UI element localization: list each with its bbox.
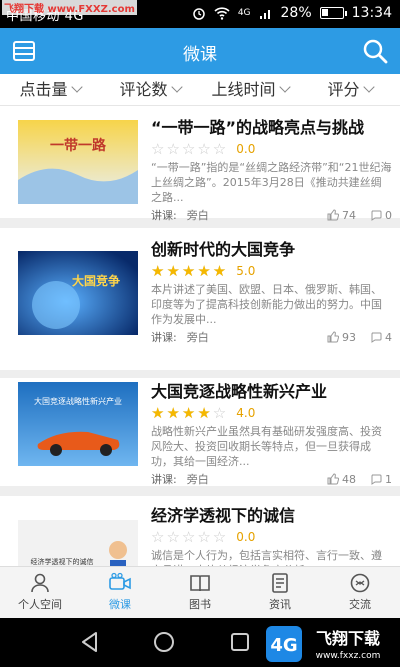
svg-text:飞翔下载: 飞翔下载	[316, 629, 380, 648]
course-title: 创新时代的大国竞争	[151, 240, 296, 259]
recent-apps-icon[interactable]	[228, 630, 252, 654]
chevron-down-icon	[362, 81, 375, 93]
tab-news[interactable]: 资讯	[240, 567, 320, 618]
star-rating: ☆☆☆☆☆★★★★★	[151, 140, 229, 158]
rating: ☆☆☆☆☆ ★★★★★ 5.0	[151, 262, 392, 280]
book-icon	[190, 575, 210, 592]
svg-text:www.fxxz.com: www.fxxz.com	[316, 651, 381, 661]
sort-by-rating[interactable]: 评分	[300, 74, 400, 105]
news-icon	[272, 573, 288, 593]
rating: ☆☆☆☆☆★★★★★ 0.0	[151, 140, 392, 158]
rating-score: 0.0	[236, 530, 256, 544]
rating-score: 5.0	[236, 264, 256, 278]
comment-icon	[371, 474, 382, 485]
chevron-down-icon	[70, 81, 83, 93]
home-icon[interactable]	[152, 630, 176, 654]
signal-icon	[259, 9, 270, 19]
watermark: 飞翔下载 www.FXXZ.com	[2, 0, 137, 15]
tab-books[interactable]: 图书	[160, 567, 240, 618]
person-icon	[31, 573, 49, 593]
site-watermark-badge: 4G 飞翔下载 www.fxxz.com	[266, 624, 394, 664]
course-title: 经济学透视下的诚信	[151, 506, 296, 525]
sort-bar: 点击量 评论数 上线时间 评分	[0, 74, 400, 106]
course-item[interactable]: 经济学透视下的诚信 经济学透视下的诚信 ☆☆☆☆☆★★★★★ 0.0 诚信是个人…	[0, 496, 400, 566]
status-icons: 4G 28% 13:34	[192, 5, 392, 21]
likes-count[interactable]: 93	[327, 331, 356, 344]
thumbnail-caption: 经济学透视下的诚信	[31, 557, 94, 566]
svg-text:4G: 4G	[270, 635, 297, 656]
rating-score: 4.0	[236, 406, 256, 420]
chat-icon	[350, 573, 370, 593]
star-rating: ☆☆☆☆☆★★★★★	[151, 528, 229, 546]
course-description: 战略性新兴产业虽然具有基础研发强度高、投资风险大、投资回收期长等特点，但一旦获得…	[151, 425, 382, 468]
course-title: “一带一路”的战略亮点与挑战	[151, 118, 365, 137]
rating: ☆☆☆☆☆★★★★★ 4.0	[151, 404, 392, 422]
course-item[interactable]: 大国竞逐战略性新兴产业 大国竞逐战略性新兴产业 ☆☆☆☆☆★★★★★ 4.0 战…	[0, 378, 400, 486]
course-meta: 讲课: 旁白 48 1	[151, 472, 392, 487]
likes-count[interactable]: 48	[327, 473, 356, 486]
thumbs-up-icon	[327, 473, 339, 485]
lecturer-label: 讲课:	[151, 209, 177, 222]
course-thumbnail: 大国竞逐战略性新兴产业	[18, 382, 138, 466]
lecturer-label: 讲课:	[151, 331, 177, 344]
wifi-icon	[214, 6, 230, 20]
battery-percent: 28%	[280, 5, 312, 21]
lecturer-name: 旁白	[186, 331, 209, 344]
lecturer-name: 旁白	[186, 473, 209, 486]
app-bar: 微课	[0, 28, 400, 74]
star-rating: ☆☆☆☆☆★★★★★	[151, 262, 229, 280]
status-bar: 中国移动 4G 飞翔下载 www.FXXZ.com 4G 28% 13:34	[0, 0, 400, 28]
tab-personal-space[interactable]: 个人空间	[0, 567, 80, 618]
sort-by-comments[interactable]: 评论数	[100, 74, 200, 105]
course-thumbnail: 经济学透视下的诚信	[18, 520, 138, 566]
thumbs-up-icon	[327, 209, 339, 221]
thumbnail-caption: 一带一路	[50, 137, 107, 154]
tab-micro-course[interactable]: 微课	[80, 567, 160, 618]
course-list: 一带一路 “一带一路”的战略亮点与挑战 ☆☆☆☆☆★★★★★ 0.0 “一带一路…	[0, 106, 400, 566]
tab-communication[interactable]: 交流	[320, 567, 400, 618]
lecturer-label: 讲课:	[151, 473, 177, 486]
course-item[interactable]: 一带一路 “一带一路”的战略亮点与挑战 ☆☆☆☆☆★★★★★ 0.0 “一带一路…	[0, 106, 400, 222]
battery-icon	[319, 7, 347, 19]
thumbs-up-icon	[327, 331, 339, 343]
lecturer-name: 旁白	[186, 209, 209, 222]
rating-score: 0.0	[236, 142, 256, 156]
chevron-down-icon	[170, 81, 183, 93]
course-description: “一带一路”指的是“丝绸之路经济带”和“21世纪海上丝绸之路”。2015年3月2…	[151, 161, 392, 204]
rating: ☆☆☆☆☆★★★★★ 0.0	[151, 528, 392, 546]
likes-count[interactable]: 74	[327, 209, 356, 222]
course-meta: 讲课: 旁白 74 0	[151, 208, 392, 223]
course-item[interactable]: 大国竞争 创新时代的大国竞争 ☆☆☆☆☆ ★★★★★ 5.0 本片讲述了美国、欧盟…	[0, 228, 400, 370]
page-title: 微课	[183, 45, 217, 65]
course-thumbnail: 大国竞争	[18, 251, 138, 335]
comment-icon	[371, 210, 382, 221]
course-description: 诚信是个人行为，包括言实相符、言行一致、遵守承诺。本片从经济学角度分析...	[151, 549, 382, 566]
course-title: 大国竞逐战略性新兴产业	[151, 382, 328, 401]
clock: 13:34	[351, 5, 392, 21]
thumbnail-caption: 大国竞争	[72, 273, 120, 288]
comments-count[interactable]: 0	[370, 209, 392, 222]
comments-count[interactable]: 4	[370, 331, 392, 344]
star-rating: ☆☆☆☆☆★★★★★	[151, 404, 229, 422]
network-label: 4G	[237, 8, 251, 18]
search-icon[interactable]	[362, 38, 388, 64]
bottom-tab-bar: 个人空间 微课 图书 资讯 交流	[0, 566, 400, 618]
comment-icon	[371, 332, 382, 343]
thumbnail-caption: 大国竞逐战略性新兴产业	[34, 396, 122, 406]
course-meta: 讲课: 旁白 93 4	[151, 330, 392, 345]
course-thumbnail: 一带一路	[18, 120, 138, 204]
comments-count[interactable]: 1	[370, 473, 392, 486]
alarm-icon	[193, 8, 205, 20]
sort-by-clicks[interactable]: 点击量	[0, 74, 100, 105]
system-nav-bar: 4G 飞翔下载 www.fxxz.com	[0, 618, 400, 667]
chevron-down-icon	[278, 81, 291, 93]
back-icon[interactable]	[78, 630, 102, 654]
course-description: 本片讲述了美国、欧盟、日本、俄罗斯、韩国、印度等为了提高科技创新能力做出的努力。…	[151, 283, 382, 326]
sort-by-online-time[interactable]: 上线时间	[200, 74, 300, 105]
video-camera-icon	[109, 572, 131, 590]
